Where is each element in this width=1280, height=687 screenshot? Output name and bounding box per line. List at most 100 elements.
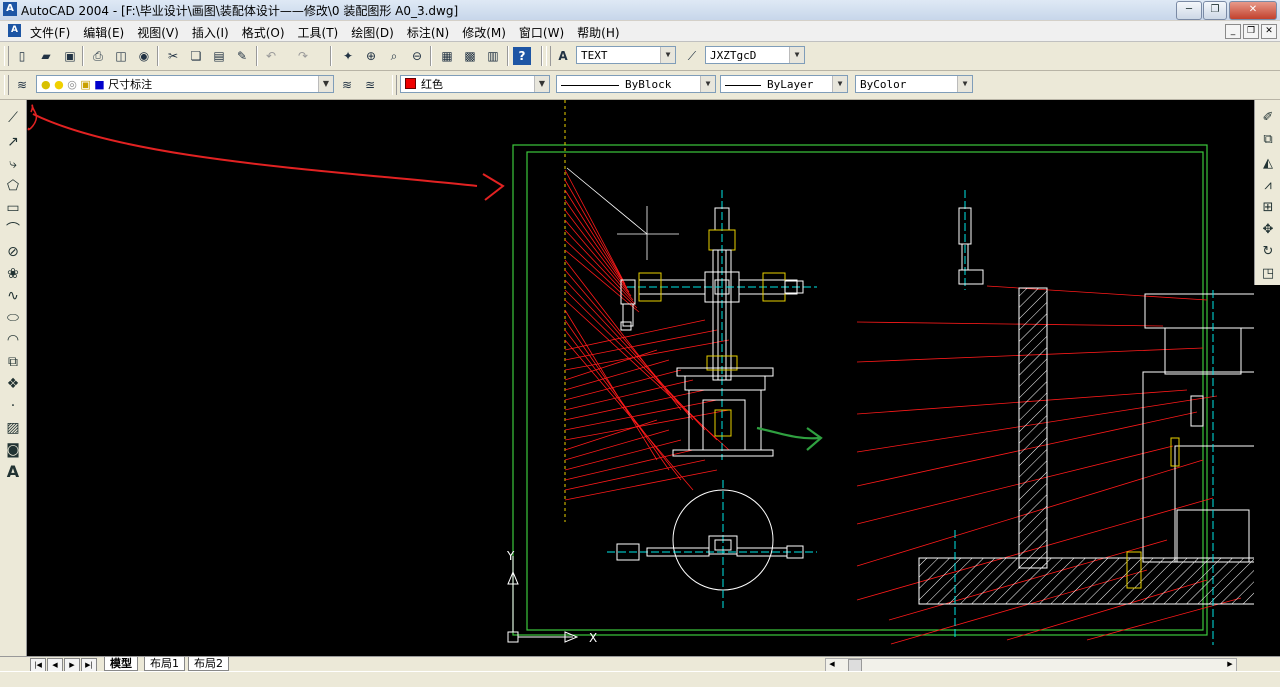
print-preview-icon[interactable]: ◫ xyxy=(112,47,130,65)
circle-icon[interactable]: ⊘ xyxy=(3,242,23,262)
rectangle-icon[interactable]: ▭ xyxy=(3,198,23,218)
line-icon[interactable]: ⟋ xyxy=(3,108,23,128)
layer-manager-icon[interactable]: ≋ xyxy=(13,76,31,94)
horizontal-scrollbar[interactable]: ◀ ▶ xyxy=(825,658,1237,672)
menu-tools[interactable]: 工具(T) xyxy=(298,24,339,41)
copy-object-icon[interactable]: ⧉ xyxy=(1258,130,1278,150)
match-properties-icon[interactable]: ✎ xyxy=(233,47,251,65)
layer-color-icon: ■ xyxy=(94,78,105,91)
polygon-icon[interactable]: ⬠ xyxy=(3,176,23,196)
lineweight-combo[interactable]: ByLayer ▼ xyxy=(720,75,848,93)
menu-dimension[interactable]: 标注(N) xyxy=(407,24,449,41)
linetype-combo[interactable]: ByBlock ▼ xyxy=(556,75,716,93)
pan-icon[interactable]: ✦ xyxy=(339,47,357,65)
minimize-icon[interactable]: ─ xyxy=(1176,1,1202,20)
doc-minimize-icon[interactable]: _ xyxy=(1225,24,1241,39)
scroll-left-icon[interactable]: ◀ xyxy=(826,659,838,670)
dim-style-combo[interactable]: JXZTgcD ▼ xyxy=(705,46,805,64)
design-center-icon[interactable]: ▩ xyxy=(461,47,479,65)
prev-tab-icon[interactable]: ◀ xyxy=(47,658,63,672)
help-icon[interactable]: ? xyxy=(513,47,531,65)
chevron-down-icon[interactable]: ▼ xyxy=(660,47,675,63)
copy-icon[interactable]: ❏ xyxy=(187,47,205,65)
close-icon[interactable]: ✕ xyxy=(1229,1,1277,20)
revision-cloud-icon[interactable]: ❀ xyxy=(3,264,23,284)
zoom-window-icon[interactable]: ⌕ xyxy=(385,47,403,65)
menu-edit[interactable]: 编辑(E) xyxy=(83,24,124,41)
multiline-text-icon[interactable]: A xyxy=(3,462,23,482)
hatch-icon[interactable]: ▨ xyxy=(3,418,23,438)
color-combo[interactable]: 红色 ▼ xyxy=(400,75,550,93)
layer-previous-icon[interactable]: ≊ xyxy=(361,76,379,94)
menu-modify[interactable]: 修改(M) xyxy=(462,24,506,41)
print-icon[interactable]: ⎙ xyxy=(89,47,107,65)
menu-window[interactable]: 窗口(W) xyxy=(519,24,564,41)
publish-icon[interactable]: ◉ xyxy=(135,47,153,65)
mirror-icon[interactable]: ◭ xyxy=(1258,154,1278,174)
document-icon[interactable]: A xyxy=(8,24,21,37)
next-tab-icon[interactable]: ▶ xyxy=(64,658,80,672)
make-layer-current-icon[interactable]: ≋ xyxy=(338,76,356,94)
tab-layout1[interactable]: 布局1 xyxy=(144,657,185,671)
construction-line-icon[interactable]: ↗ xyxy=(3,132,23,152)
scroll-right-icon[interactable]: ▶ xyxy=(1224,659,1236,670)
paste-icon[interactable]: ▤ xyxy=(210,47,228,65)
drawing-svg: Y X xyxy=(27,100,1254,645)
erase-icon[interactable]: ✐ xyxy=(1258,108,1278,128)
text-style-icon[interactable]: A xyxy=(554,47,572,65)
annotation-circle-red xyxy=(27,104,38,131)
layer-combo[interactable]: ● ● ◎ ▣ ■ 尺寸标注 ▼ xyxy=(36,75,334,93)
ellipse-arc-icon[interactable]: ◠ xyxy=(3,330,23,350)
ellipse-icon[interactable]: ⬭ xyxy=(3,308,23,328)
chevron-down-icon[interactable]: ▼ xyxy=(789,47,804,63)
chevron-down-icon[interactable]: ▼ xyxy=(957,76,972,92)
zoom-previous-icon[interactable]: ⊖ xyxy=(408,47,426,65)
menu-help[interactable]: 帮助(H) xyxy=(577,24,619,41)
section-view-right xyxy=(918,287,1254,645)
region-icon[interactable]: ◙ xyxy=(3,440,23,460)
open-file-icon[interactable]: ▰ xyxy=(37,47,55,65)
new-file-icon[interactable]: ▯ xyxy=(13,47,31,65)
menu-view[interactable]: 视图(V) xyxy=(137,24,179,41)
chevron-down-icon[interactable]: ▼ xyxy=(318,76,333,92)
tool-palettes-icon[interactable]: ▥ xyxy=(484,47,502,65)
undo-icon[interactable]: ↶ xyxy=(262,47,280,65)
move-icon[interactable]: ✥ xyxy=(1258,220,1278,240)
chevron-down-icon[interactable]: ▼ xyxy=(700,76,715,92)
insert-block-icon[interactable]: ⧉ xyxy=(3,352,23,372)
chevron-down-icon[interactable]: ▼ xyxy=(534,76,549,92)
scale-icon[interactable]: ◳ xyxy=(1258,264,1278,284)
rotate-icon[interactable]: ↻ xyxy=(1258,242,1278,262)
menu-draw[interactable]: 绘图(D) xyxy=(351,24,394,41)
chevron-down-icon[interactable]: ▼ xyxy=(832,76,847,92)
zoom-realtime-icon[interactable]: ⊕ xyxy=(362,47,380,65)
autocad-app-icon[interactable]: A xyxy=(3,2,17,16)
arc-icon[interactable]: ⌒ xyxy=(3,220,23,240)
polyline-icon[interactable]: ⤷ xyxy=(3,154,23,174)
dim-style-icon[interactable]: ⟋ xyxy=(683,47,701,65)
text-style-combo[interactable]: TEXT ▼ xyxy=(576,46,676,64)
point-icon[interactable]: · xyxy=(3,396,23,416)
first-tab-icon[interactable]: |◀ xyxy=(30,658,46,672)
drawing-canvas-right[interactable] xyxy=(1254,285,1280,656)
offset-icon[interactable]: ⩘ xyxy=(1258,176,1278,196)
menu-format[interactable]: 格式(O) xyxy=(242,24,285,41)
restore-icon[interactable]: ❐ xyxy=(1203,1,1227,20)
tab-model[interactable]: 模型 xyxy=(104,657,138,671)
menu-file[interactable]: 文件(F) xyxy=(30,24,70,41)
toolbar-grip[interactable] xyxy=(4,46,9,66)
last-tab-icon[interactable]: ▶| xyxy=(81,658,97,672)
cut-icon[interactable]: ✂ xyxy=(164,47,182,65)
spline-icon[interactable]: ∿ xyxy=(3,286,23,306)
tab-layout2[interactable]: 布局2 xyxy=(188,657,229,671)
properties-icon[interactable]: ▦ xyxy=(438,47,456,65)
plotstyle-combo[interactable]: ByColor ▼ xyxy=(855,75,973,93)
make-block-icon[interactable]: ❖ xyxy=(3,374,23,394)
doc-restore-icon[interactable]: ❐ xyxy=(1243,24,1259,39)
array-icon[interactable]: ⊞ xyxy=(1258,198,1278,218)
doc-close-icon[interactable]: ✕ xyxy=(1261,24,1277,39)
save-icon[interactable]: ▣ xyxy=(61,47,79,65)
menu-insert[interactable]: 插入(I) xyxy=(192,24,229,41)
redo-icon[interactable]: ↷ xyxy=(294,47,312,65)
drawing-canvas[interactable]: Y X xyxy=(27,100,1254,656)
